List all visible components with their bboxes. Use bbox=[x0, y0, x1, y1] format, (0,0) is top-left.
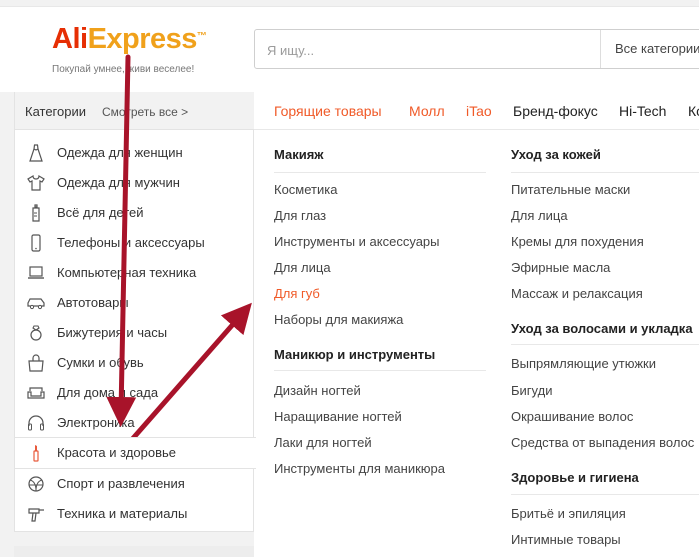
group-title-skincare[interactable]: Уход за кожей bbox=[511, 147, 601, 162]
link-lips[interactable]: Для губ bbox=[274, 286, 320, 301]
link-straighteners[interactable]: Выпрямляющие утюжки bbox=[511, 356, 656, 371]
sidebar-bottom bbox=[14, 546, 254, 557]
link-nail-polish[interactable]: Лаки для ногтей bbox=[274, 435, 372, 450]
ball-icon bbox=[28, 476, 44, 492]
link-cosmetics[interactable]: Косметика bbox=[274, 182, 337, 197]
nav-itao[interactable]: iTao bbox=[466, 103, 492, 119]
sidebar-item-electronics[interactable]: Электроника bbox=[15, 408, 255, 438]
divider bbox=[511, 344, 699, 345]
tshirt-icon bbox=[27, 174, 45, 191]
divider bbox=[274, 370, 486, 371]
phone-icon bbox=[31, 234, 41, 252]
group-title-haircare[interactable]: Уход за волосами и укладка bbox=[511, 321, 693, 336]
sofa-icon bbox=[27, 387, 45, 399]
group-title-makeup[interactable]: Макияж bbox=[274, 147, 324, 162]
sidebar-item-beauty[interactable]: Красота и здоровье bbox=[15, 437, 256, 469]
link-massage[interactable]: Массаж и релаксация bbox=[511, 286, 643, 301]
sidebar-item-jewelry[interactable]: Бижутерия и часы bbox=[15, 318, 255, 348]
ring-icon bbox=[30, 325, 42, 341]
sidebar-item-auto[interactable]: Автотовары bbox=[15, 288, 255, 318]
category-list: Одежда для женщин Одежда для мужчин Всё … bbox=[15, 138, 256, 529]
divider bbox=[274, 172, 486, 173]
divider bbox=[511, 494, 699, 495]
sidebar-item-kids[interactable]: Всё для детей bbox=[15, 198, 255, 228]
headphones-icon bbox=[28, 415, 44, 431]
baby-bottle-icon bbox=[32, 204, 40, 222]
nav-hot-deals[interactable]: Горящие товары bbox=[274, 103, 382, 119]
nav-more[interactable]: Ко bbox=[688, 103, 699, 119]
link-masks[interactable]: Питательные маски bbox=[511, 182, 630, 197]
link-eyes[interactable]: Для глаз bbox=[274, 208, 326, 223]
top-strip bbox=[0, 0, 699, 7]
group-title-manicure[interactable]: Маникюр и инструменты bbox=[274, 347, 435, 362]
link-intimate[interactable]: Интимные товары bbox=[511, 532, 621, 547]
see-all-link[interactable]: Смотреть все > bbox=[102, 105, 188, 119]
sidebar-item-computers[interactable]: Компьютерная техника bbox=[15, 258, 255, 288]
top-nav: Горящие товары Молл iTao Бренд-фокус Hi-… bbox=[254, 92, 699, 130]
search-box: Все категории bbox=[254, 29, 699, 69]
category-sidebar: Категории Смотреть все > Одежда для женщ… bbox=[14, 92, 256, 532]
link-makeup-sets[interactable]: Наборы для макияжа bbox=[274, 312, 403, 327]
header: AliExpress™ Покупай умнее, живи веселее!… bbox=[0, 0, 699, 92]
link-curlers[interactable]: Бигуди bbox=[511, 383, 552, 398]
link-face-care[interactable]: Для лица bbox=[511, 208, 568, 223]
link-manicure-tools[interactable]: Инструменты для маникюра bbox=[274, 461, 445, 476]
sidebar-item-men[interactable]: Одежда для мужчин bbox=[15, 168, 255, 198]
dress-icon bbox=[29, 144, 43, 162]
link-slimming-creams[interactable]: Кремы для похудения bbox=[511, 234, 644, 249]
sidebar-item-bags[interactable]: Сумки и обувь bbox=[15, 348, 255, 378]
sidebar-item-phones[interactable]: Телефоны и аксессуары bbox=[15, 228, 255, 258]
link-face[interactable]: Для лица bbox=[274, 260, 331, 275]
group-title-health[interactable]: Здоровье и гигиена bbox=[511, 470, 639, 485]
search-category-select[interactable]: Все категории bbox=[600, 30, 699, 68]
bag-icon bbox=[28, 354, 44, 372]
divider bbox=[511, 172, 699, 173]
link-hair-coloring[interactable]: Окрашивание волос bbox=[511, 409, 633, 424]
car-icon bbox=[27, 298, 45, 310]
sidebar-item-tools[interactable]: Техника и материалы bbox=[15, 499, 255, 529]
lipstick-icon bbox=[33, 445, 39, 462]
link-nail-design[interactable]: Дизайн ногтей bbox=[274, 383, 361, 398]
aliexpress-logo[interactable]: AliExpress™ bbox=[52, 22, 207, 56]
link-hair-loss[interactable]: Средства от выпадения волос bbox=[511, 435, 694, 450]
sidebar-item-home[interactable]: Для дома и сада bbox=[15, 378, 255, 408]
nav-brand-focus[interactable]: Бренд-фокус bbox=[513, 103, 598, 119]
sidebar-title: Категории bbox=[25, 104, 86, 119]
tagline: Покупай умнее, живи веселее! bbox=[52, 64, 195, 75]
sidebar-item-women[interactable]: Одежда для женщин bbox=[15, 138, 255, 168]
category-flyout: Горящие товары Молл iTao Бренд-фокус Hi-… bbox=[254, 92, 699, 557]
link-nail-extension[interactable]: Наращивание ногтей bbox=[274, 409, 402, 424]
nav-hi-tech[interactable]: Hi-Tech bbox=[619, 103, 666, 119]
drill-icon bbox=[28, 508, 44, 522]
laptop-icon bbox=[28, 266, 44, 279]
sidebar-item-sport[interactable]: Спорт и развлечения bbox=[15, 469, 255, 499]
link-essential-oils[interactable]: Эфирные масла bbox=[511, 260, 610, 275]
sidebar-header: Категории Смотреть все > bbox=[15, 92, 255, 130]
search-input[interactable] bbox=[265, 39, 589, 61]
link-tools-accessories[interactable]: Инструменты и аксессуары bbox=[274, 234, 440, 249]
nav-mall[interactable]: Молл bbox=[409, 103, 445, 119]
link-shaving[interactable]: Бритьё и эпиляция bbox=[511, 506, 626, 521]
